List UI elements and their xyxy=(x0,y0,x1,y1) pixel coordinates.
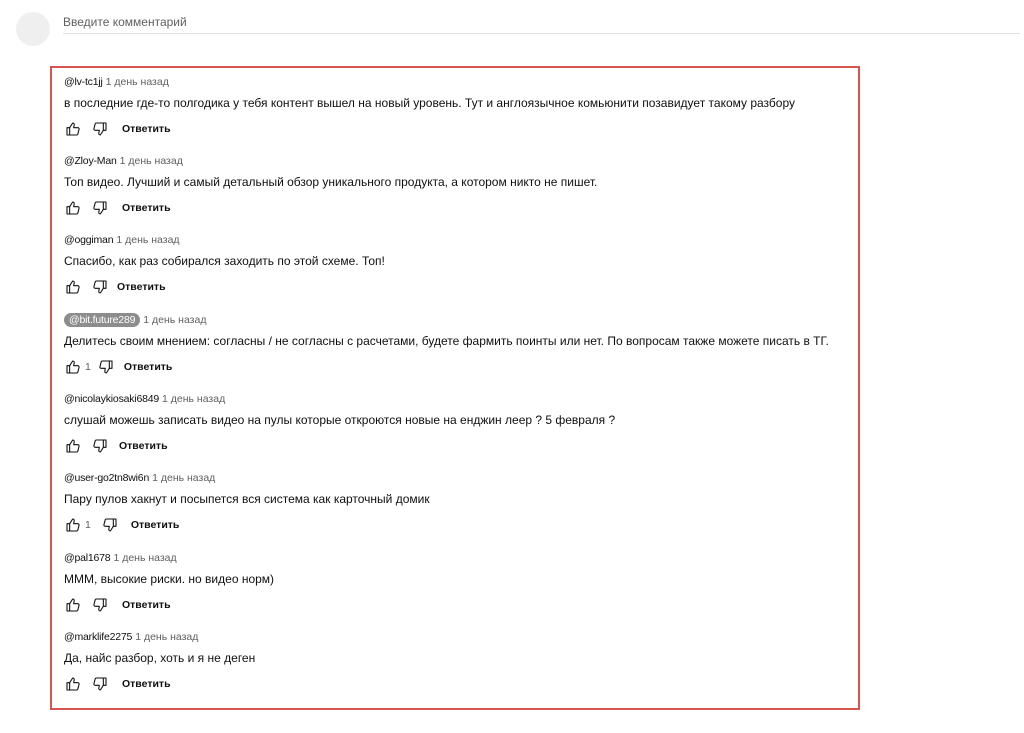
reply-button[interactable]: Ответить xyxy=(122,599,171,611)
comment-time[interactable]: 1 день назад xyxy=(143,314,206,326)
like-icon[interactable] xyxy=(64,120,82,138)
comments-list: @lv-tc1jj 1 день назад в последние где-то… xyxy=(50,66,860,710)
comment-author[interactable]: @Zloy-Man xyxy=(64,155,117,167)
dislike-icon[interactable] xyxy=(91,278,109,296)
like-icon[interactable] xyxy=(64,596,82,614)
reply-button[interactable]: Ответить xyxy=(122,123,171,135)
comment-author-highlighted[interactable]: @bit.future289 xyxy=(64,313,141,327)
dislike-icon[interactable] xyxy=(91,675,109,693)
comment: @marklife2275 1 день назад Да, найс разбо… xyxy=(64,625,854,704)
comment-actions: Ответить xyxy=(64,199,171,217)
reply-button[interactable]: Ответить xyxy=(117,281,166,293)
comment: @oggiman 1 день назад Спасибо, как раз со… xyxy=(64,228,854,307)
add-comment-row xyxy=(0,0,1024,50)
comment-time[interactable]: 1 день назад xyxy=(113,552,176,564)
comment-time[interactable]: 1 день назад xyxy=(135,631,198,643)
comment-actions: Ответить xyxy=(64,675,171,693)
comment-time[interactable]: 1 день назад xyxy=(106,76,169,88)
reply-button[interactable]: Ответить xyxy=(119,440,168,452)
dislike-icon[interactable] xyxy=(97,358,115,376)
comment-author[interactable]: @nicolaykiosaki6849 xyxy=(64,393,159,405)
comment-text: слушай можешь записать видео на пулы кот… xyxy=(64,413,616,427)
avatar xyxy=(16,12,50,46)
comment: @Zloy-Man 1 день назад Топ видео. Лучший … xyxy=(64,149,854,228)
comment-text: МММ, высокие риски. но видео норм) xyxy=(64,572,275,586)
like-icon[interactable] xyxy=(64,437,82,455)
reply-button[interactable]: Ответить xyxy=(124,361,173,373)
dislike-icon[interactable] xyxy=(91,596,109,614)
dislike-icon[interactable] xyxy=(91,437,109,455)
comment: @nicolaykiosaki6849 1 день назад слушай м… xyxy=(64,387,854,466)
comment-author[interactable]: @lv-tc1jj xyxy=(64,76,103,88)
comment-actions: Ответить xyxy=(64,278,166,296)
comment-author[interactable]: @oggiman xyxy=(64,234,114,246)
dislike-icon[interactable] xyxy=(91,199,109,217)
like-icon[interactable] xyxy=(64,199,82,217)
comment-text: Спасибо, как раз собирался заходить по э… xyxy=(64,254,385,268)
comment-time[interactable]: 1 день назад xyxy=(116,234,179,246)
like-count: 1 xyxy=(85,519,91,531)
comment-actions: 1 Ответить xyxy=(64,358,172,376)
comment: @user-go2tn8wi6n 1 день назад Пару пулов … xyxy=(64,466,854,545)
comment-author[interactable]: @pal1678 xyxy=(64,552,111,564)
reply-button[interactable]: Ответить xyxy=(122,678,171,690)
like-icon[interactable] xyxy=(64,358,82,376)
comment-text: в последние где-то полгодика у тебя конт… xyxy=(64,96,796,110)
reply-button[interactable]: Ответить xyxy=(131,519,180,531)
comment: @pal1678 1 день назад МММ, высокие риски.… xyxy=(64,546,854,625)
comment-author[interactable]: @user-go2tn8wi6n xyxy=(64,472,149,484)
comment-actions: Ответить xyxy=(64,120,171,138)
comment-time[interactable]: 1 день назад xyxy=(152,472,215,484)
comment: @bit.future289 1 день назад Делитесь свои… xyxy=(64,308,854,387)
like-icon[interactable] xyxy=(64,278,82,296)
comment-time[interactable]: 1 день назад xyxy=(162,393,225,405)
comment-text: Да, найс разбор, хоть и я не деген xyxy=(64,651,256,665)
comment: @lv-tc1jj 1 день назад в последние где-то… xyxy=(64,70,854,149)
comment-author[interactable]: @marklife2275 xyxy=(64,631,132,643)
comment-actions: Ответить xyxy=(64,596,171,614)
comment-actions: Ответить xyxy=(64,437,168,455)
comment-actions: 1 Ответить xyxy=(64,516,179,534)
dislike-icon[interactable] xyxy=(91,120,109,138)
reply-button[interactable]: Ответить xyxy=(122,202,171,214)
dislike-icon[interactable] xyxy=(101,516,119,534)
comment-text: Топ видео. Лучший и самый детальный обзо… xyxy=(64,175,598,189)
comment-text: Делитесь своим мнением: согласны / не со… xyxy=(64,334,829,348)
like-count: 1 xyxy=(85,361,91,373)
like-icon[interactable] xyxy=(64,516,82,534)
comment-text: Пару пулов хакнут и посыпется вся систем… xyxy=(64,492,430,506)
like-icon[interactable] xyxy=(64,675,82,693)
comment-time[interactable]: 1 день назад xyxy=(120,155,183,167)
comment-input[interactable] xyxy=(63,11,1020,34)
